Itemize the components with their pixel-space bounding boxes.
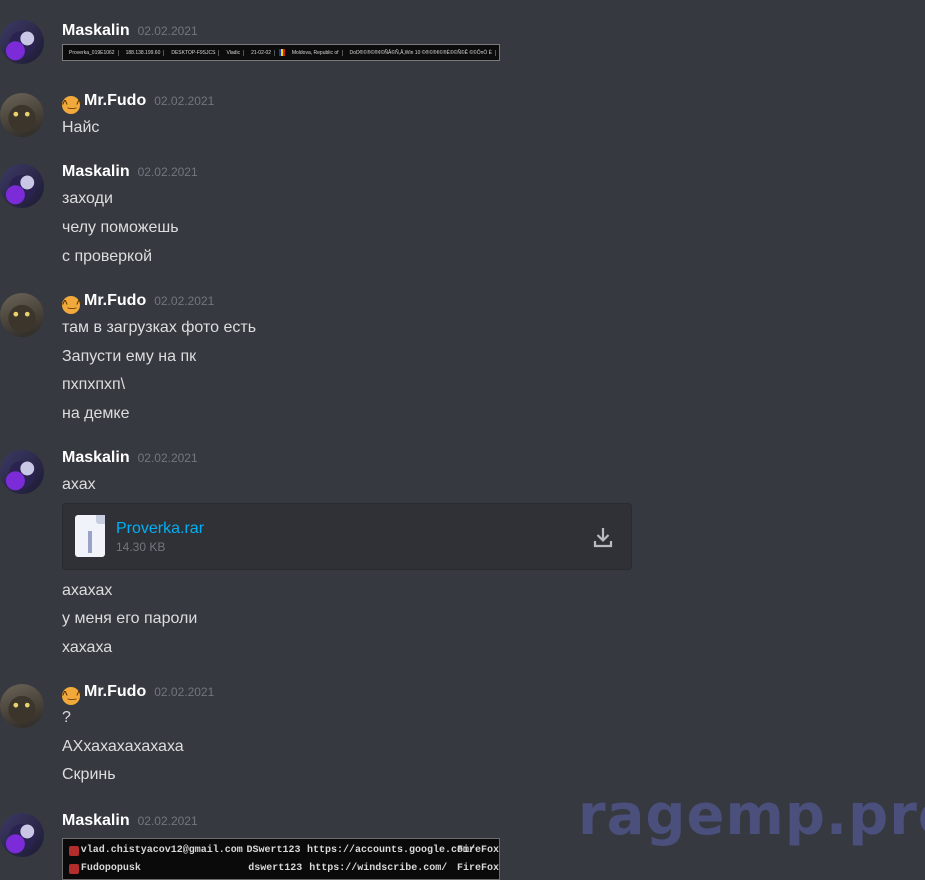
message-text: заходи bbox=[62, 190, 113, 207]
timestamp: 02.02.2021 bbox=[154, 294, 215, 308]
author-label[interactable]: Mr.Fudo bbox=[84, 683, 146, 700]
message-text: на демке bbox=[62, 405, 130, 422]
cell-login: vlad.chistyacov12@gmail.com bbox=[80, 845, 243, 856]
cell-browser: FireFox bbox=[456, 863, 499, 874]
cell-password: dswert123 bbox=[248, 863, 303, 874]
avatar[interactable] bbox=[0, 293, 44, 337]
author-label[interactable]: Maskalin bbox=[62, 163, 130, 180]
message-text: Скринь bbox=[62, 766, 116, 783]
message-text: пхпхпхп\ bbox=[62, 376, 126, 393]
cell-password: DSwert123 bbox=[246, 845, 301, 856]
download-icon[interactable] bbox=[593, 526, 613, 548]
timestamp: 02.02.2021 bbox=[137, 165, 198, 179]
cell-login: Fudopopusk bbox=[80, 863, 141, 874]
message-text: ? bbox=[62, 709, 71, 726]
message-text: у меня его пароли bbox=[62, 610, 198, 627]
cell-url: https://windscribe.com/ bbox=[309, 863, 448, 874]
file-name-link[interactable]: Proverka.rar bbox=[116, 520, 204, 538]
avatar[interactable] bbox=[0, 93, 44, 137]
image-cell: Moldova, Republic of bbox=[289, 49, 343, 56]
author-label[interactable]: Maskalin bbox=[62, 812, 130, 829]
cat-emoji-icon: ^‿^ bbox=[62, 96, 82, 114]
timestamp: 02.02.2021 bbox=[137, 451, 198, 465]
author-label[interactable]: Mr.Fudo bbox=[84, 292, 146, 309]
avatar[interactable] bbox=[0, 20, 44, 64]
author-label[interactable]: Maskalin bbox=[62, 449, 130, 466]
table-row: vlad.chistyacov12@gmail.com DSwert123 ht… bbox=[63, 842, 499, 859]
image-cell: 188.138.199.60 bbox=[123, 49, 165, 56]
image-cell: Proverka_019E1062 bbox=[66, 49, 119, 56]
screenshot-image-1[interactable]: Proverka_019E1062 188.138.199.60 DESKTOP… bbox=[62, 44, 500, 61]
image-cell: Vladic bbox=[223, 49, 245, 56]
avatar[interactable] bbox=[0, 684, 44, 728]
cat-emoji-icon: ^‿^ bbox=[62, 296, 82, 314]
timestamp: 02.02.2021 bbox=[137, 814, 198, 828]
author-name[interactable]: ^‿^ Mr.Fudo 02.02.2021 bbox=[62, 292, 214, 314]
moldova-flag-icon bbox=[279, 49, 285, 56]
timestamp: 02.02.2021 bbox=[154, 94, 215, 108]
cell-browser: FireFox bbox=[456, 845, 499, 856]
avatar[interactable] bbox=[0, 813, 44, 857]
archive-file-icon bbox=[75, 515, 105, 557]
message-text: АХхахахахахаха bbox=[62, 738, 184, 755]
message-text: ахахах bbox=[62, 582, 113, 599]
avatar[interactable] bbox=[0, 450, 44, 494]
message-text: с проверкой bbox=[62, 248, 153, 265]
browser-icon bbox=[69, 845, 79, 856]
author-label[interactable]: Maskalin bbox=[62, 22, 130, 39]
message-text: хахаха bbox=[62, 639, 113, 656]
author-name[interactable]: ^‿^ Mr.Fudo 02.02.2021 bbox=[62, 92, 214, 114]
cat-emoji-icon: ^‿^ bbox=[62, 687, 82, 705]
author-name[interactable]: Maskalin 02.02.2021 bbox=[62, 22, 198, 40]
table-row: Fudopopusk dswert123 https://windscribe.… bbox=[63, 860, 499, 877]
author-name[interactable]: Maskalin 02.02.2021 bbox=[62, 812, 198, 830]
image-cell: DESKTOP-F9SJCS bbox=[168, 49, 220, 56]
author-name[interactable]: Maskalin 02.02.2021 bbox=[62, 163, 198, 181]
message-text: Запусти ему на пк bbox=[62, 348, 197, 365]
author-name[interactable]: Maskalin 02.02.2021 bbox=[62, 449, 198, 467]
cell-url: https://accounts.google.com/ bbox=[306, 845, 476, 856]
browser-icon bbox=[69, 863, 79, 874]
avatar[interactable] bbox=[0, 164, 44, 208]
image-cell: DoD®©®©®¢©ÑÂ©Ñ,Â,Win 10 ©®©®¢©®È©©Ñ©Ê ©©… bbox=[347, 49, 496, 56]
author-name[interactable]: ^‿^ Mr.Fudo 02.02.2021 bbox=[62, 683, 214, 705]
timestamp: 02.02.2021 bbox=[154, 685, 215, 699]
image-cell: 21-02-02 bbox=[248, 49, 276, 56]
timestamp: 02.02.2021 bbox=[137, 24, 198, 38]
message-text: ахах bbox=[62, 476, 96, 493]
file-attachment: Proverka.rar 14.30 KB bbox=[62, 503, 632, 570]
message-text: Найс bbox=[62, 119, 100, 136]
author-label[interactable]: Mr.Fudo bbox=[84, 92, 146, 109]
message-text: там в загрузках фото есть bbox=[62, 319, 257, 336]
message-text: челу поможешь bbox=[62, 219, 179, 236]
file-size: 14.30 KB bbox=[116, 540, 166, 554]
screenshot-image-2[interactable]: vlad.chistyacov12@gmail.com DSwert123 ht… bbox=[62, 838, 500, 880]
watermark: ragemp.pro bbox=[578, 783, 925, 848]
